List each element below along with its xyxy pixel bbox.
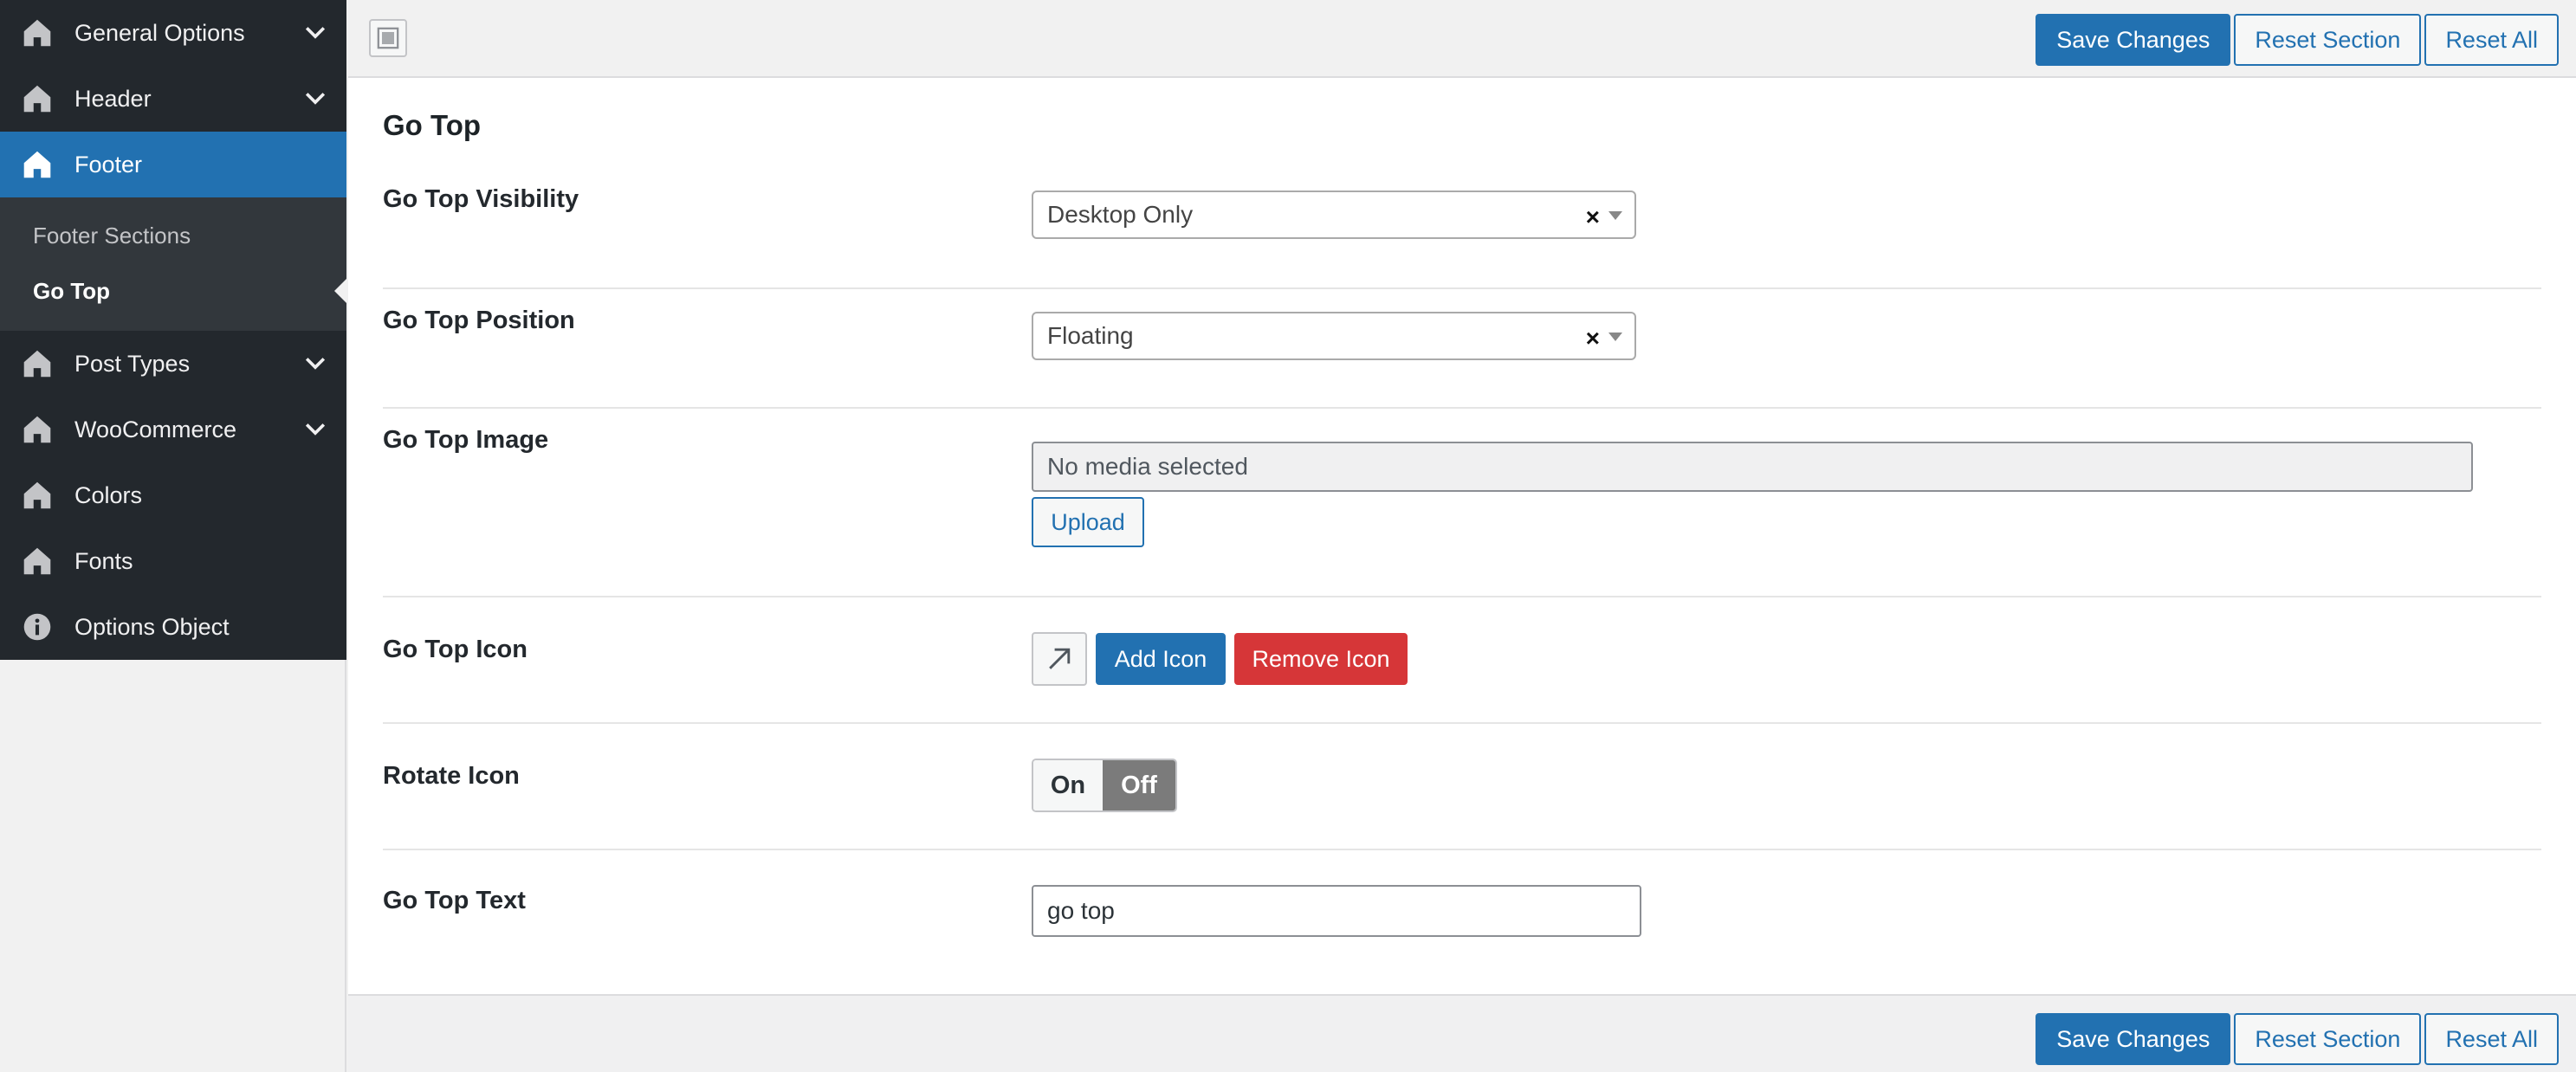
chevron-down-icon[interactable] bbox=[303, 352, 327, 376]
sidebar-item-label: Post Types bbox=[74, 350, 191, 377]
home-icon bbox=[21, 347, 54, 380]
field-label: Go Top Image bbox=[383, 426, 549, 454]
field-label: Go Top Text bbox=[383, 887, 526, 914]
arrow-up-right-icon bbox=[1032, 632, 1087, 686]
reset-section-button[interactable]: Reset Section bbox=[2234, 1013, 2422, 1065]
chevron-down-icon[interactable] bbox=[303, 21, 327, 45]
field-control: On Off bbox=[1032, 759, 1177, 812]
sidebar-item-colors[interactable]: Colors bbox=[0, 462, 346, 528]
field-control: No media selected Upload bbox=[1032, 442, 2473, 547]
upload-button[interactable]: Upload bbox=[1032, 497, 1144, 547]
rotate-toggle[interactable]: On Off bbox=[1032, 759, 1177, 812]
info-icon bbox=[21, 610, 54, 643]
chevron-down-icon[interactable] bbox=[303, 87, 327, 111]
home-icon bbox=[21, 16, 54, 49]
remove-icon-button[interactable]: Remove Icon bbox=[1234, 633, 1408, 685]
admin-sidebar: General Options Header Footer Footer Sec… bbox=[0, 0, 346, 1072]
sidebar-item-fonts[interactable]: Fonts bbox=[0, 528, 346, 594]
position-select[interactable]: Floating × bbox=[1032, 312, 1636, 360]
chevron-down-icon[interactable] bbox=[303, 417, 327, 442]
sidebar-item-label: Header bbox=[74, 85, 152, 112]
go-top-text-input[interactable]: go top bbox=[1032, 885, 1641, 937]
sidebar-item-footer[interactable]: Footer bbox=[0, 132, 346, 197]
sidebar-item-label: Options Object bbox=[74, 613, 230, 640]
toggle-on-option[interactable]: On bbox=[1033, 760, 1103, 810]
visibility-select[interactable]: Desktop Only × bbox=[1032, 191, 1636, 239]
options-panel: Save Changes Reset Section Reset All Go … bbox=[348, 0, 2576, 1072]
section-content: Go Top Go Top Visibility Desktop Only × … bbox=[348, 78, 2576, 994]
field-label: Go Top Icon bbox=[383, 636, 527, 663]
reset-section-button[interactable]: Reset Section bbox=[2234, 14, 2422, 66]
field-control: go top bbox=[1032, 885, 1641, 937]
toolbar-actions: Save Changes Reset Section Reset All bbox=[2036, 14, 2559, 66]
field-label: Go Top Visibility bbox=[383, 185, 579, 213]
sidebar-item-label: Colors bbox=[74, 481, 143, 508]
toggle-off-option[interactable]: Off bbox=[1103, 760, 1175, 810]
field-row-image: Go Top Image No media selected Upload bbox=[383, 409, 2541, 597]
field-row-visibility: Go Top Visibility Desktop Only × bbox=[383, 170, 2541, 289]
dropdown-arrow-icon[interactable] bbox=[1608, 333, 1622, 341]
reset-all-button[interactable]: Reset All bbox=[2424, 1013, 2559, 1065]
sidebar-item-post-types[interactable]: Post Types bbox=[0, 331, 346, 397]
home-icon bbox=[21, 479, 54, 512]
sidebar-menu: General Options Header Footer Footer Sec… bbox=[0, 0, 346, 660]
field-row-icon: Go Top Icon Add Icon Remove Icon bbox=[383, 597, 2541, 724]
select-value: Floating bbox=[1047, 322, 1134, 349]
field-label: Go Top Position bbox=[383, 307, 575, 334]
expand-options-icon[interactable] bbox=[369, 19, 407, 57]
field-label: Rotate Icon bbox=[383, 762, 520, 790]
bottom-toolbar: Save Changes Reset Section Reset All bbox=[348, 994, 2576, 1072]
submenu-item-footer-sections[interactable]: Footer Sections bbox=[0, 208, 346, 263]
toolbar-actions: Save Changes Reset Section Reset All bbox=[2036, 1013, 2559, 1065]
save-changes-button[interactable]: Save Changes bbox=[2036, 14, 2231, 66]
field-control: Add Icon Remove Icon bbox=[1032, 632, 1408, 686]
footer-submenu: Footer Sections Go Top bbox=[0, 197, 346, 331]
home-icon bbox=[21, 413, 54, 446]
submenu-item-go-top[interactable]: Go Top bbox=[0, 263, 346, 319]
home-icon bbox=[21, 82, 54, 115]
sidebar-item-options-object[interactable]: Options Object bbox=[0, 594, 346, 660]
sidebar-item-woocommerce[interactable]: WooCommerce bbox=[0, 397, 346, 462]
sidebar-item-header[interactable]: Header bbox=[0, 66, 346, 132]
section-title: Go Top bbox=[383, 109, 482, 141]
sidebar-item-label: WooCommerce bbox=[74, 416, 237, 442]
media-url-input[interactable]: No media selected bbox=[1032, 442, 2473, 492]
clear-icon[interactable]: × bbox=[1586, 325, 1600, 352]
home-icon bbox=[21, 545, 54, 578]
sidebar-item-label: General Options bbox=[74, 19, 245, 46]
field-row-rotate: Rotate Icon On Off bbox=[383, 724, 2541, 850]
top-toolbar: Save Changes Reset Section Reset All bbox=[348, 0, 2576, 78]
field-control: Floating × bbox=[1032, 312, 1636, 360]
field-control: Desktop Only × bbox=[1032, 191, 1636, 239]
field-row-text: Go Top Text go top bbox=[383, 850, 2541, 977]
icon-picker: Add Icon Remove Icon bbox=[1032, 632, 1408, 686]
sidebar-item-general-options[interactable]: General Options bbox=[0, 0, 346, 66]
home-icon bbox=[21, 148, 54, 181]
dropdown-arrow-icon[interactable] bbox=[1608, 211, 1622, 220]
field-row-position: Go Top Position Floating × bbox=[383, 289, 2541, 409]
save-changes-button[interactable]: Save Changes bbox=[2036, 1013, 2231, 1065]
sidebar-item-label: Footer bbox=[74, 151, 143, 178]
add-icon-button[interactable]: Add Icon bbox=[1096, 633, 1226, 685]
reset-all-button[interactable]: Reset All bbox=[2424, 14, 2559, 66]
select-value: Desktop Only bbox=[1047, 201, 1194, 228]
sidebar-item-label: Fonts bbox=[74, 547, 133, 574]
clear-icon[interactable]: × bbox=[1586, 203, 1600, 231]
